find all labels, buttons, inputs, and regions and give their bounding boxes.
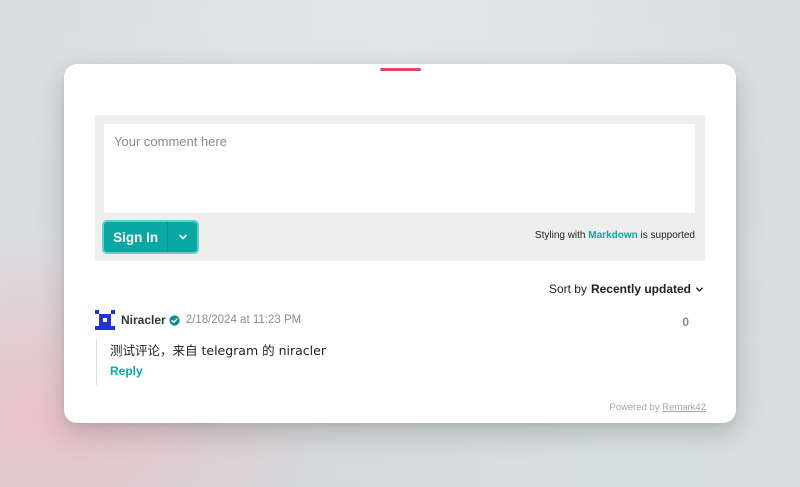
markdown-note-prefix: Styling with — [534, 230, 589, 241]
remark42-link[interactable]: Remark42 — [662, 402, 706, 413]
signin-button-group: Sign In — [104, 222, 197, 252]
comment-username[interactable]: Niracler — [121, 313, 166, 327]
comment: Niracler 2/18/2024 at 11:23 PM 0 测试评论，来自… — [95, 309, 715, 385]
comment-editor: Sign In Styling with Markdown is support… — [95, 115, 705, 261]
comment-text: 测试评论，来自 telegram 的 niracler — [110, 343, 326, 358]
reply-button[interactable]: Reply — [110, 364, 143, 378]
comment-input[interactable] — [104, 124, 695, 213]
top-accent-bar — [380, 68, 421, 71]
sort-select[interactable]: Recently updated — [591, 282, 704, 296]
verified-badge-icon — [169, 314, 180, 326]
markdown-note: Styling with Markdown is supported — [535, 230, 695, 241]
comment-score: 0 — [682, 315, 689, 329]
sort-value: Recently updated — [590, 282, 691, 296]
signin-button[interactable]: Sign In — [104, 222, 168, 252]
chevron-down-icon — [178, 234, 187, 240]
sort-label: Sort by — [548, 282, 587, 296]
comments-widget: Sign In Styling with Markdown is support… — [64, 64, 736, 423]
powered-by: Powered by Remark42 — [609, 402, 706, 413]
markdown-note-suffix: is supported — [637, 230, 696, 241]
avatar[interactable] — [95, 310, 115, 330]
sort-control: Sort by Recently updated — [549, 282, 704, 296]
powered-by-prefix: Powered by — [609, 402, 663, 413]
signin-dropdown-button[interactable] — [167, 222, 197, 252]
chevron-down-icon — [696, 286, 703, 292]
comment-timestamp[interactable]: 2/18/2024 at 11:23 PM — [186, 314, 302, 326]
comment-body: 测试评论，来自 telegram 的 niracler Reply — [96, 339, 715, 385]
comment-header: Niracler 2/18/2024 at 11:23 PM — [95, 309, 715, 331]
markdown-link[interactable]: Markdown — [588, 230, 637, 241]
